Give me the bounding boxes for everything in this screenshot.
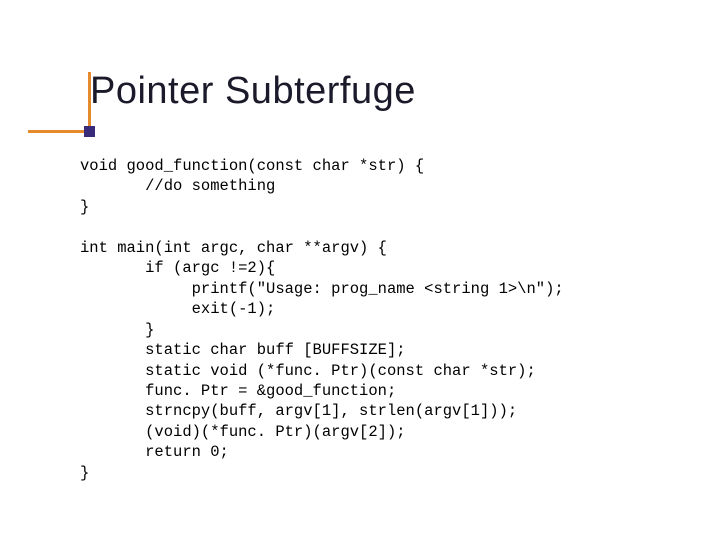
- code-line: void good_function(const char *str) {: [80, 157, 424, 175]
- title-decor: [28, 120, 88, 144]
- code-line: exit(-1);: [80, 300, 275, 318]
- code-line: static void (*func. Ptr)(const char *str…: [80, 362, 536, 380]
- code-line: }: [80, 464, 89, 482]
- code-line: //do something: [80, 177, 275, 195]
- code-line: }: [80, 321, 154, 339]
- code-block: void good_function(const char *str) { //…: [80, 156, 564, 483]
- code-line: return 0;: [80, 443, 229, 461]
- decor-horizontal-line: [28, 130, 88, 133]
- code-line: }: [80, 198, 89, 216]
- code-line: printf("Usage: prog_name <string 1>\n");: [80, 280, 564, 298]
- slide: Pointer Subterfuge void good_function(co…: [0, 0, 720, 540]
- decor-square: [84, 126, 95, 137]
- code-line: int main(int argc, char **argv) {: [80, 239, 387, 257]
- slide-title: Pointer Subterfuge: [90, 70, 416, 113]
- code-line: (void)(*func. Ptr)(argv[2]);: [80, 423, 406, 441]
- code-line: if (argc !=2){: [80, 259, 275, 277]
- code-line: strncpy(buff, argv[1], strlen(argv[1]));: [80, 402, 517, 420]
- code-line: func. Ptr = &good_function;: [80, 382, 396, 400]
- code-line: static char buff [BUFFSIZE];: [80, 341, 406, 359]
